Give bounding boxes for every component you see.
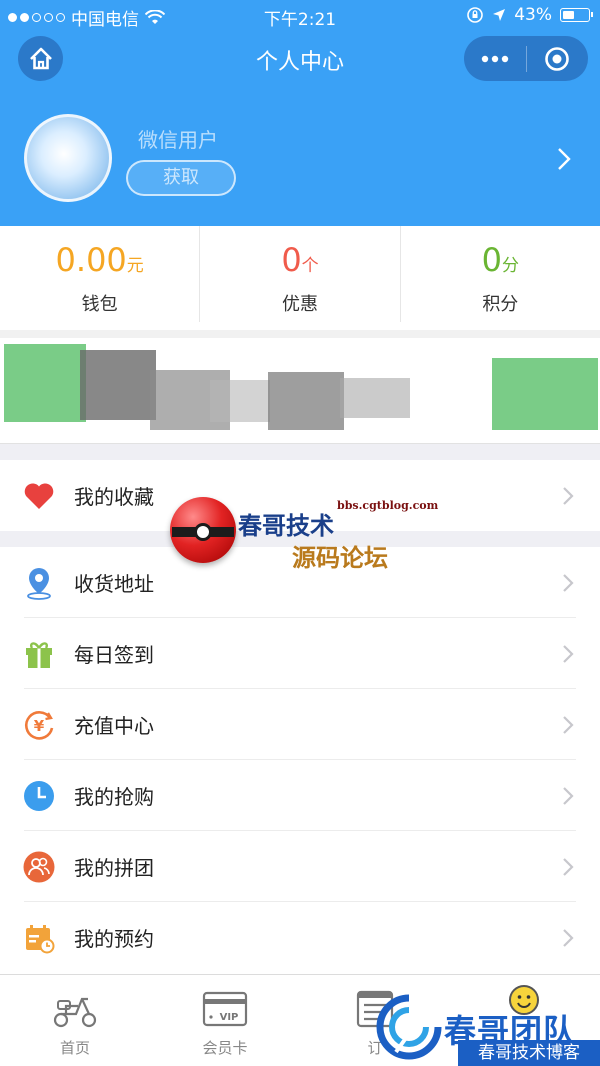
- chevron-right-icon: [563, 787, 574, 805]
- stat-wallet[interactable]: 0.00元 钱包: [0, 226, 201, 322]
- tab-vip-card[interactable]: VIP 会员卡: [150, 975, 300, 1066]
- chevron-right-icon: [558, 148, 571, 170]
- chevron-right-icon: [563, 574, 574, 592]
- heart-icon: [22, 479, 56, 513]
- wallet-value: 0.00: [55, 241, 127, 279]
- menu-item-recharge[interactable]: ¥ 充值中心: [0, 689, 600, 760]
- menu-group-main: 收货地址 每日签到 ¥ 充值中心 我的抢购 我的拼团 我的预约: [0, 547, 600, 974]
- menu-item-checkin[interactable]: 每日签到: [0, 618, 600, 689]
- watermark-brand-logo: [376, 994, 442, 1060]
- close-miniprogram-button[interactable]: [527, 36, 589, 81]
- menu-item-flash-sale[interactable]: 我的抢购: [0, 760, 600, 831]
- wallet-unit: 元: [126, 256, 144, 276]
- more-dots-icon: [481, 55, 508, 62]
- menu-label: 我的抢购: [74, 785, 154, 809]
- chevron-right-icon: [563, 858, 574, 876]
- battery-icon: [560, 8, 593, 22]
- watermark-brand-subtitle: 春哥技术博客: [458, 1040, 600, 1066]
- scooter-icon: [53, 997, 97, 1028]
- points-value: 0: [481, 241, 502, 279]
- nav-bar: 个人中心: [0, 30, 600, 88]
- chevron-right-icon: [563, 487, 574, 505]
- username: 微信用户: [138, 128, 218, 152]
- more-button[interactable]: [464, 36, 526, 81]
- menu-label: 每日签到: [74, 643, 154, 667]
- chevron-right-icon: [563, 716, 574, 734]
- tab-home[interactable]: 首页: [0, 975, 150, 1066]
- yen-recharge-icon: ¥: [22, 708, 56, 742]
- points-unit: 分: [502, 256, 519, 276]
- location-pin-icon: [22, 566, 56, 600]
- stat-points[interactable]: 0分 积分: [401, 226, 600, 322]
- watermark-url: bbs.cgtblog.com: [337, 499, 439, 512]
- profile-section[interactable]: 微信用户 获取: [0, 100, 600, 226]
- miniprogram-capsule: [464, 36, 588, 81]
- battery-percent: 43%: [514, 5, 552, 25]
- menu-item-group-buy[interactable]: 我的拼团: [0, 831, 600, 902]
- watermark-ball-logo: [170, 497, 236, 563]
- scribble-overlay: [0, 330, 600, 430]
- svg-text:¥: ¥: [34, 717, 45, 735]
- gift-icon: [22, 637, 56, 671]
- clock-icon: [22, 779, 56, 813]
- wallet-label: 钱包: [81, 294, 118, 315]
- status-bar: 中国电信 下午2:21 43%: [0, 0, 600, 30]
- rotation-lock-icon: [467, 7, 484, 23]
- watermark-title-1: 春哥技术: [238, 511, 334, 540]
- avatar[interactable]: [24, 114, 112, 202]
- calendar-icon: [22, 921, 56, 955]
- menu-label: 我的预约: [74, 927, 154, 951]
- menu-label: 充值中心: [74, 714, 154, 738]
- points-label: 积分: [482, 294, 519, 315]
- menu-label: 我的拼团: [74, 856, 154, 880]
- location-arrow-icon: [493, 9, 506, 21]
- menu-item-reservation[interactable]: 我的预约: [0, 902, 600, 973]
- header: 中国电信 下午2:21 43% 个人中心 微信用户 获取: [0, 0, 600, 226]
- chevron-right-icon: [563, 645, 574, 663]
- watermark-title-2: 源码论坛: [292, 543, 388, 572]
- get-profile-button[interactable]: 获取: [126, 160, 236, 196]
- tab-label: 会员卡: [202, 1039, 248, 1057]
- tab-label: 首页: [59, 1039, 90, 1057]
- stats-row: 0.00元 钱包 0个 优惠 0分 积分: [0, 226, 600, 322]
- coupons-label: 优惠: [281, 294, 318, 315]
- chevron-right-icon: [563, 929, 574, 947]
- vip-card-icon: VIP: [202, 991, 248, 1027]
- group-users-icon: [22, 850, 56, 884]
- coupons-unit: 个: [301, 256, 319, 276]
- obscured-banner: [0, 322, 600, 444]
- stat-coupons[interactable]: 0个 优惠: [200, 226, 401, 322]
- svg-text:VIP: VIP: [220, 1012, 239, 1023]
- menu-label: 我的收藏: [74, 485, 154, 509]
- coupons-value: 0: [281, 241, 302, 279]
- target-circle-icon: [545, 46, 570, 71]
- menu-label: 收货地址: [74, 572, 154, 596]
